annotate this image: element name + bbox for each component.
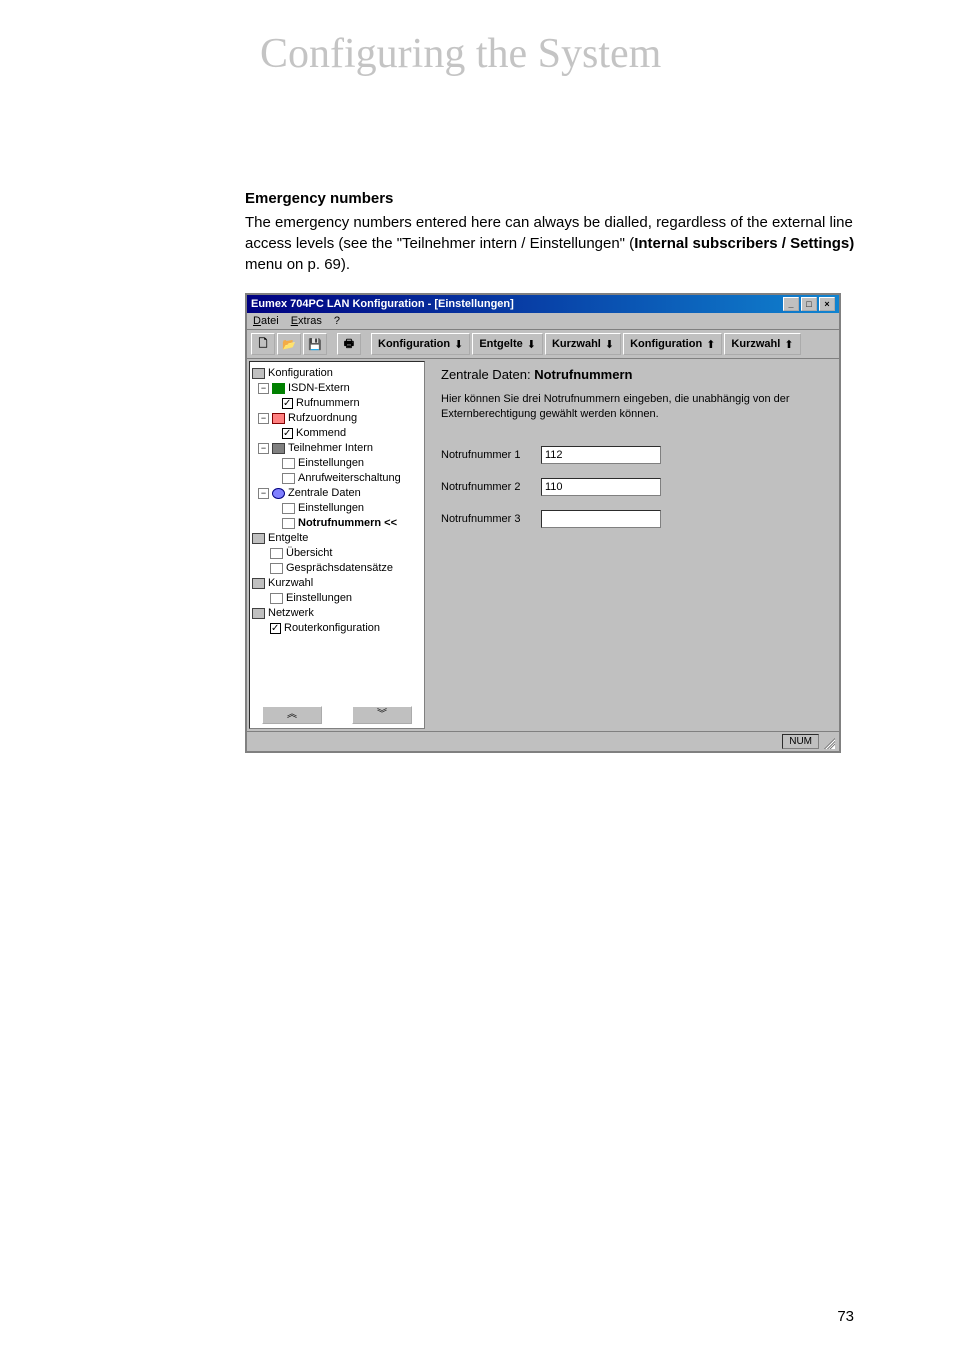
- page-icon: [282, 503, 295, 514]
- save-button[interactable]: 💾: [303, 333, 327, 355]
- menu-extras[interactable]: Extras: [291, 315, 322, 327]
- page-icon: [282, 473, 295, 484]
- panel-description: Hier können Sie drei Notrufnummern einge…: [441, 392, 825, 422]
- menu-help[interactable]: ?: [334, 315, 340, 327]
- nav-tree: Konfiguration −ISDN-Extern Rufnummern −R…: [250, 362, 424, 640]
- netzwerk-icon: [252, 608, 265, 619]
- field-notruf-1: Notrufnummer 1: [441, 446, 825, 464]
- open-button[interactable]: 📂: [277, 333, 301, 355]
- tree-rufzuordnung[interactable]: −Rufzuordnung: [252, 411, 422, 426]
- tree-kurzwahl[interactable]: Kurzwahl: [252, 576, 422, 591]
- toolbar-kurzwahl-up[interactable]: Kurzwahl⬆: [724, 333, 800, 355]
- input-notruf-1[interactable]: [541, 446, 661, 464]
- page-number: 73: [837, 1308, 854, 1325]
- label-notruf-1: Notrufnummer 1: [441, 449, 541, 461]
- close-button[interactable]: ×: [819, 297, 835, 311]
- check-icon: [270, 623, 281, 634]
- menu-datei[interactable]: Datei: [253, 315, 279, 327]
- tree-uebersicht[interactable]: Übersicht: [252, 546, 422, 561]
- statusbar: NUM: [247, 731, 839, 751]
- input-notruf-3[interactable]: [541, 510, 661, 528]
- scroll-down-button[interactable]: ︾: [352, 706, 412, 724]
- print-button[interactable]: 🖶: [337, 333, 361, 355]
- titlebar-buttons: _ □ ×: [783, 297, 835, 311]
- chapter-title: Configuring the System: [260, 30, 661, 78]
- titlebar: Eumex 704PC LAN Konfiguration - [Einstel…: [247, 295, 839, 313]
- app-window: Eumex 704PC LAN Konfiguration - [Einstel…: [245, 293, 841, 753]
- tree-netzwerk[interactable]: Netzwerk: [252, 606, 422, 621]
- minimize-button[interactable]: _: [783, 297, 799, 311]
- tree-einstellungen-3[interactable]: Einstellungen: [252, 591, 422, 606]
- page-icon: [282, 458, 295, 469]
- kurzwahl-icon: [252, 578, 265, 589]
- section-heading: Emergency numbers: [245, 190, 855, 207]
- tree-routerkonfiguration[interactable]: Routerkonfiguration: [252, 621, 422, 636]
- content-panel: Zentrale Daten: Notrufnummern Hier könne…: [427, 359, 839, 731]
- tree-kommend[interactable]: Kommend: [252, 426, 422, 441]
- body-text-bold: Internal subscribers / Settings): [634, 235, 854, 252]
- page-icon: [270, 593, 283, 604]
- toolbar-konfiguration-down[interactable]: Konfiguration⬇: [371, 333, 470, 355]
- check-icon: [282, 428, 293, 439]
- tree-isdn[interactable]: −ISDN-Extern: [252, 381, 422, 396]
- phone-icon: [272, 413, 285, 424]
- tree-zentrale-daten[interactable]: −Zentrale Daten: [252, 486, 422, 501]
- resize-grip[interactable]: [821, 735, 835, 749]
- status-num: NUM: [782, 734, 819, 749]
- toolbar: 🗋 📂 💾 🖶 Konfiguration⬇ Entgelte⬇ Kurzwah…: [247, 330, 839, 359]
- config-icon: [252, 368, 265, 379]
- maximize-button[interactable]: □: [801, 297, 817, 311]
- new-button[interactable]: 🗋: [251, 333, 275, 355]
- globe-icon: [272, 488, 285, 499]
- page-content: Emergency numbers The emergency numbers …: [245, 190, 855, 753]
- window-title: Eumex 704PC LAN Konfiguration - [Einstel…: [251, 298, 514, 310]
- scroll-up-button[interactable]: ︽: [262, 706, 322, 724]
- tree-gespraechsdatensaetze[interactable]: Gesprächsdatensätze: [252, 561, 422, 576]
- field-notruf-3: Notrufnummer 3: [441, 510, 825, 528]
- tree-anrufweiterschaltung[interactable]: Anrufweiterschaltung: [252, 471, 422, 486]
- panel-title: Zentrale Daten: Notrufnummern: [441, 367, 825, 382]
- input-notruf-2[interactable]: [541, 478, 661, 496]
- label-notruf-2: Notrufnummer 2: [441, 481, 541, 493]
- entgelte-icon: [252, 533, 265, 544]
- tree-panel: Konfiguration −ISDN-Extern Rufnummern −R…: [249, 361, 425, 729]
- page-icon: [270, 563, 283, 574]
- tree-einstellungen-1[interactable]: Einstellungen: [252, 456, 422, 471]
- toolbar-kurzwahl-down[interactable]: Kurzwahl⬇: [545, 333, 621, 355]
- page-icon: [270, 548, 283, 559]
- label-notruf-3: Notrufnummer 3: [441, 513, 541, 525]
- toolbar-entgelte-down[interactable]: Entgelte⬇: [472, 333, 543, 355]
- toolbar-konfiguration-up[interactable]: Konfiguration⬆: [623, 333, 722, 355]
- arrow-icon: [272, 383, 285, 394]
- tree-rufnummern[interactable]: Rufnummern: [252, 396, 422, 411]
- main-area: Konfiguration −ISDN-Extern Rufnummern −R…: [247, 359, 839, 731]
- tree-teilnehmer[interactable]: −Teilnehmer Intern: [252, 441, 422, 456]
- tree-scroll-buttons: ︽ ︾: [250, 706, 424, 724]
- tree-root[interactable]: Konfiguration: [252, 366, 422, 381]
- body-text: The emergency numbers entered here can a…: [245, 212, 855, 275]
- menubar: Datei Extras ?: [247, 313, 839, 330]
- field-notruf-2: Notrufnummer 2: [441, 478, 825, 496]
- check-icon: [282, 398, 293, 409]
- person-icon: [272, 443, 285, 454]
- body-text-part2: menu on p. 69).: [245, 256, 350, 273]
- tree-entgelte[interactable]: Entgelte: [252, 531, 422, 546]
- page-icon: [282, 518, 295, 529]
- tree-einstellungen-2[interactable]: Einstellungen: [252, 501, 422, 516]
- tree-notrufnummern[interactable]: Notrufnummern <<: [252, 516, 422, 531]
